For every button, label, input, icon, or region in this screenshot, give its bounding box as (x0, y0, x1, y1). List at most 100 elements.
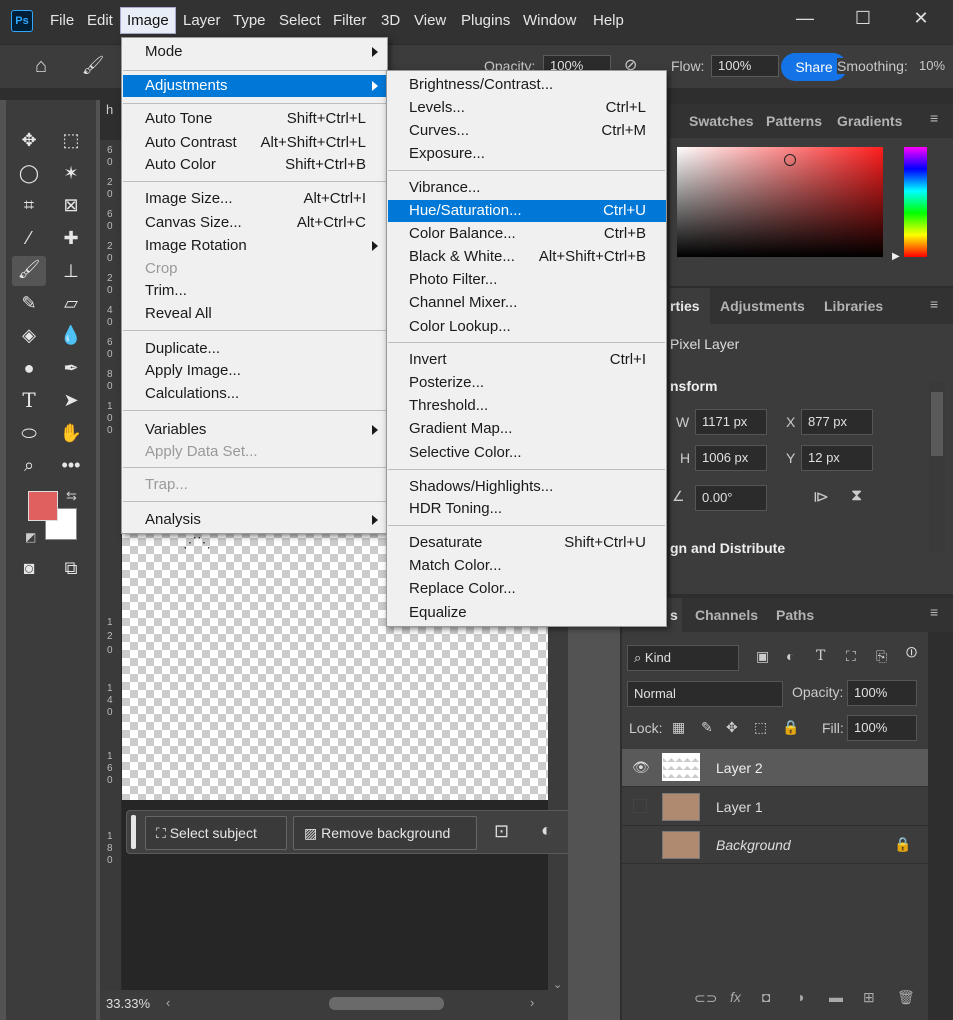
remove-background-button[interactable]: ▨ Remove background (293, 816, 477, 850)
menu-item-canvas-size[interactable]: Canvas Size... Alt+Ctrl+C (123, 212, 386, 234)
menu-item-invert[interactable]: Invert Ctrl+I (388, 349, 666, 371)
flip-horizontal-icon[interactable]: ⧐ (813, 487, 829, 507)
filter-toggle-icon[interactable]: ⏼ (906, 644, 917, 661)
visibility-toggle[interactable] (633, 799, 647, 813)
smoothing-value[interactable]: 10% (919, 58, 945, 73)
menu-help[interactable]: Help (593, 12, 624, 29)
tab-properties[interactable]: rties (670, 298, 700, 314)
blend-mode-select[interactable]: Normal (627, 681, 783, 707)
stamp-tool-icon[interactable]: ⊥ (58, 258, 84, 284)
menu-item-posterize[interactable]: Posterize... (388, 372, 666, 394)
smart-object-filter-icon[interactable]: ⎘ (876, 648, 887, 665)
tab-adjustments[interactable]: Adjustments (720, 298, 805, 314)
menu-filter[interactable]: Filter (333, 12, 366, 29)
tab-gradients[interactable]: Gradients (837, 113, 902, 129)
brush-preset-icon[interactable]: 🖌 (80, 55, 106, 81)
menu-item-duplicate[interactable]: Duplicate... (123, 338, 386, 360)
blur-tool-icon[interactable]: 💧 (58, 322, 84, 348)
flip-vertical-icon[interactable]: ⧗ (851, 487, 862, 505)
menu-item-analysis[interactable]: Analysis (123, 509, 386, 531)
default-colors-icon[interactable]: ◩ (25, 530, 36, 544)
menu-item-color-balance[interactable]: Color Balance... Ctrl+B (388, 223, 666, 245)
tab-libraries[interactable]: Libraries (824, 298, 883, 314)
type-filter-icon[interactable]: T (816, 648, 825, 664)
new-adjustment-icon[interactable]: ◑ (796, 989, 804, 1005)
menu-item-equalize[interactable]: Equalize (388, 602, 666, 624)
crop-tool-icon[interactable]: ⌗ (16, 192, 42, 218)
menu-item-vibrance[interactable]: Vibrance... (388, 177, 666, 199)
hue-slider-handle[interactable]: ▶ (892, 251, 900, 262)
color-field[interactable] (677, 147, 883, 257)
lock-transparent-icon[interactable]: ▦ (672, 719, 685, 736)
layer-name[interactable]: Background (716, 837, 791, 853)
horizontal-scroll-thumb[interactable] (329, 997, 444, 1010)
screen-mode-icon[interactable]: ⧉ (58, 555, 84, 581)
zoom-level[interactable]: 33.33% (106, 996, 150, 1011)
frame-tool-icon[interactable]: ⊠ (58, 192, 84, 218)
layer-name[interactable]: Layer 1 (716, 799, 763, 815)
menu-item-auto-tone[interactable]: Auto Tone Shift+Ctrl+L (123, 108, 386, 130)
transform-selection-icon[interactable]: ⊡ (494, 821, 509, 842)
swap-colors-icon[interactable]: ⇆ (66, 488, 77, 504)
menu-item-channel-mixer[interactable]: Channel Mixer... (388, 292, 666, 314)
scroll-right-icon[interactable]: › (530, 995, 534, 1010)
home-icon[interactable]: ⌂ (28, 55, 54, 81)
menu-item-curves[interactable]: Curves... Ctrl+M (388, 120, 666, 142)
transform-section-title[interactable]: nsform (670, 378, 717, 394)
visibility-eye-icon[interactable]: 👁 (632, 759, 650, 776)
menu-item-color-lookup[interactable]: Color Lookup... (388, 316, 666, 338)
lock-all-icon[interactable]: 🔒 (782, 719, 799, 736)
menu-item-image-rotation[interactable]: Image Rotation (123, 235, 386, 257)
move-tool-icon[interactable]: ✥ (16, 127, 42, 153)
panel-menu-icon[interactable]: ≡ (930, 296, 938, 312)
new-layer-icon[interactable]: ⊞ (863, 989, 875, 1006)
foreground-color-swatch[interactable] (28, 491, 58, 521)
tab-swatches[interactable]: Swatches (689, 113, 754, 129)
fill-input[interactable]: 100% (847, 715, 917, 741)
more-tools-icon[interactable]: ••• (58, 452, 84, 478)
select-subject-button[interactable]: ⛶ Select subject (145, 816, 287, 850)
panel-menu-icon[interactable]: ≡ (930, 110, 938, 126)
eraser-tool-icon[interactable]: ▱ (58, 290, 84, 316)
menu-item-calculations[interactable]: Calculations... (123, 383, 386, 405)
menu-item-selective-color[interactable]: Selective Color... (388, 442, 666, 464)
flow-input[interactable]: 100% (711, 55, 779, 77)
adjustment-icon[interactable]: ◐ (541, 820, 552, 841)
menu-item-reveal-all[interactable]: Reveal All (123, 303, 386, 325)
ellipse-tool-icon[interactable]: ⬭ (16, 420, 42, 446)
layer-row[interactable]: Background 🔒 (622, 826, 928, 864)
menu-type[interactable]: Type (233, 12, 266, 29)
menu-item-black-white[interactable]: Black & White... Alt+Shift+Ctrl+B (388, 246, 666, 268)
menu-select[interactable]: Select (279, 12, 321, 29)
pen-tool-icon[interactable]: ✒ (58, 355, 84, 381)
width-input[interactable]: 1171 px (695, 409, 767, 435)
menu-layer[interactable]: Layer (183, 12, 221, 29)
lock-pixels-icon[interactable]: ✎ (701, 719, 713, 736)
lock-position-icon[interactable]: ✥ (726, 719, 738, 736)
layer-style-icon[interactable]: fx (730, 989, 741, 1005)
layer-filter-select[interactable]: ⌕ Kind (627, 645, 739, 671)
menu-item-image-size[interactable]: Image Size... Alt+Ctrl+I (123, 188, 386, 210)
menu-3d[interactable]: 3D (381, 12, 400, 29)
tab-channels[interactable]: Channels (695, 607, 758, 623)
zoom-tool-icon[interactable]: ⌕ (16, 452, 42, 478)
pixel-filter-icon[interactable]: ▣ (756, 648, 769, 665)
menu-image[interactable]: Image (120, 7, 176, 34)
menu-item-auto-color[interactable]: Auto Color Shift+Ctrl+B (123, 154, 386, 176)
menu-item-match-color[interactable]: Match Color... (388, 555, 666, 577)
menu-item-shadows-highlights[interactable]: Shadows/Highlights... (388, 476, 666, 498)
dodge-tool-icon[interactable]: ● (16, 355, 42, 381)
height-input[interactable]: 1006 px (695, 445, 767, 471)
magic-wand-icon[interactable]: ✶ (58, 160, 84, 186)
type-tool-icon[interactable]: T (16, 387, 42, 413)
layer-opacity-input[interactable]: 100% (847, 680, 917, 706)
menu-plugins[interactable]: Plugins (461, 12, 510, 29)
angle-input[interactable]: 0.00° (695, 485, 767, 511)
menu-item-trim[interactable]: Trim... (123, 280, 386, 302)
healing-brush-icon[interactable]: ✚ (58, 225, 84, 251)
eyedropper-icon[interactable]: ⁄ (16, 225, 42, 251)
menu-window[interactable]: Window (523, 12, 576, 29)
layer-name[interactable]: Layer 2 (716, 760, 763, 776)
layer-row[interactable]: 👁 Layer 2 (622, 749, 928, 787)
menu-item-exposure[interactable]: Exposure... (388, 143, 666, 165)
